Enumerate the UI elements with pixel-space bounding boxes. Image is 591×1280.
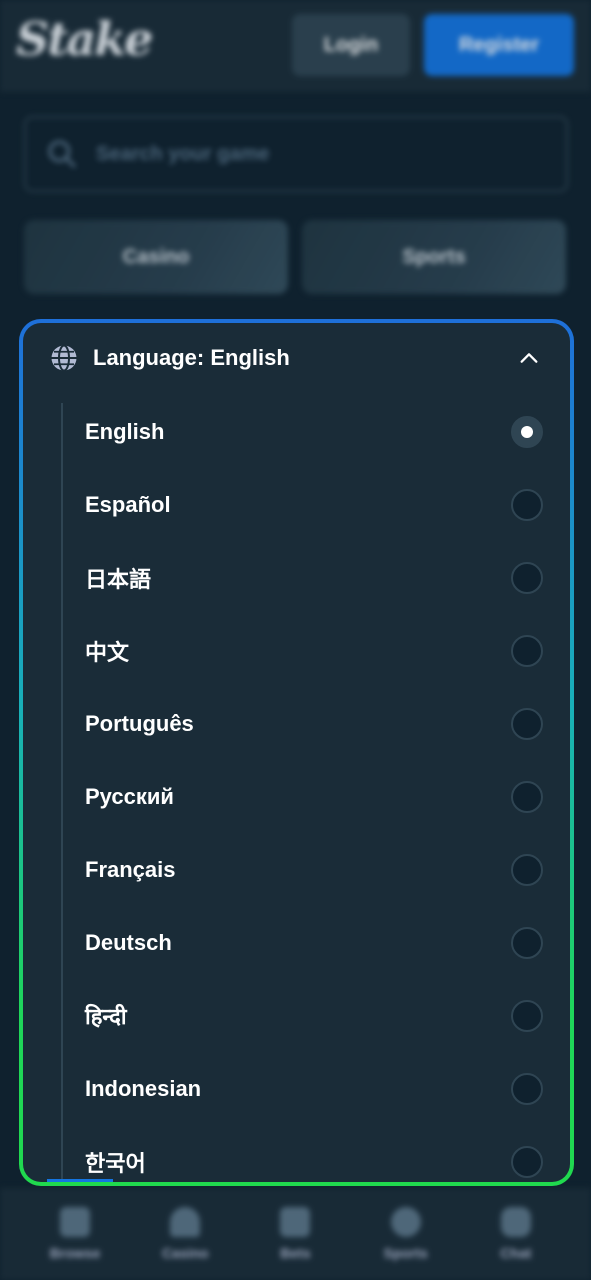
nav-item-sports[interactable]: Sports [361,1207,451,1261]
radio-unselected[interactable] [511,488,543,521]
language-option-label: Português [85,710,194,736]
chat-icon [500,1207,531,1237]
language-panel-header[interactable]: Language: English [23,323,570,393]
language-option[interactable]: Português [23,687,570,760]
browse-icon [60,1207,91,1237]
top-bar: Stake Login Register [0,0,591,92]
radio-unselected[interactable] [511,1072,543,1105]
scroll-indicator [47,1179,113,1182]
nav-item-chat[interactable]: Chat [471,1207,561,1261]
language-panel-title: Language: English [93,345,290,370]
language-option-label: 日本語 [85,566,152,592]
bets-icon [280,1207,311,1237]
language-option-label: 中文 [85,639,130,665]
language-option-label: Deutsch [85,929,172,955]
nav-label: Browse [49,1245,101,1261]
language-option-label: Español [85,491,171,517]
radio-unselected[interactable] [511,1145,543,1178]
nav-item-casino[interactable]: Casino [140,1207,230,1261]
login-button[interactable]: Login [292,14,410,76]
search-icon [48,140,76,168]
chevron-up-icon[interactable] [518,347,540,369]
stake-logo[interactable]: Stake [16,12,153,66]
language-option-label: Русский [85,783,174,809]
language-option-label: English [85,418,165,444]
radio-unselected[interactable] [511,926,543,959]
radio-unselected[interactable] [511,634,543,667]
sports-tile[interactable]: Sports [302,220,566,294]
language-option[interactable]: Français [23,833,570,906]
radio-selected[interactable] [511,415,543,448]
language-option[interactable]: हिन्दी [23,979,570,1052]
radio-unselected[interactable] [511,707,543,740]
language-option[interactable]: 中文 [23,614,570,687]
language-option[interactable]: 日本語 [23,541,570,614]
language-list: English Español 日本語中文 Português Русский Franç… [23,395,570,1182]
language-panel: Language: English English Español 日本語中文 Por… [23,323,570,1182]
nav-item-browse[interactable]: Browse [30,1207,120,1261]
language-option-label: Indonesian [85,1075,202,1101]
language-option[interactable]: Deutsch [23,906,570,979]
language-option-label: Français [85,856,176,882]
nav-label: Casino [161,1245,209,1261]
search-input[interactable]: Search your game [24,116,568,192]
casino-tile[interactable]: Casino [24,220,288,294]
nav-label: Sports [383,1245,428,1261]
language-option[interactable]: Indonesian [23,1052,570,1125]
radio-unselected[interactable] [511,853,543,886]
nav-item-bets[interactable]: Bets [250,1207,340,1261]
language-option[interactable]: Español [23,468,570,541]
language-option-label: हिन्दी [85,1003,127,1029]
sports-icon [390,1207,421,1237]
radio-unselected[interactable] [511,780,543,813]
radio-unselected[interactable] [511,561,543,594]
language-panel-border: Language: English English Español 日本語中文 Por… [19,319,574,1186]
language-option[interactable]: Русский [23,760,570,833]
language-option[interactable]: English [23,395,570,468]
register-button[interactable]: Register [424,14,574,76]
search-placeholder: Search your game [96,142,270,165]
globe-icon [51,344,77,372]
radio-unselected[interactable] [511,999,543,1032]
language-option-label: 한국어 [85,1150,146,1176]
bottom-nav: Browse Casino Bets Sports Chat [0,1188,591,1280]
language-option[interactable]: 한국어 [23,1125,570,1182]
radio-dot [521,425,533,438]
nav-label: Chat [500,1245,532,1261]
nav-label: Bets [280,1245,311,1261]
casino-icon [170,1207,201,1237]
